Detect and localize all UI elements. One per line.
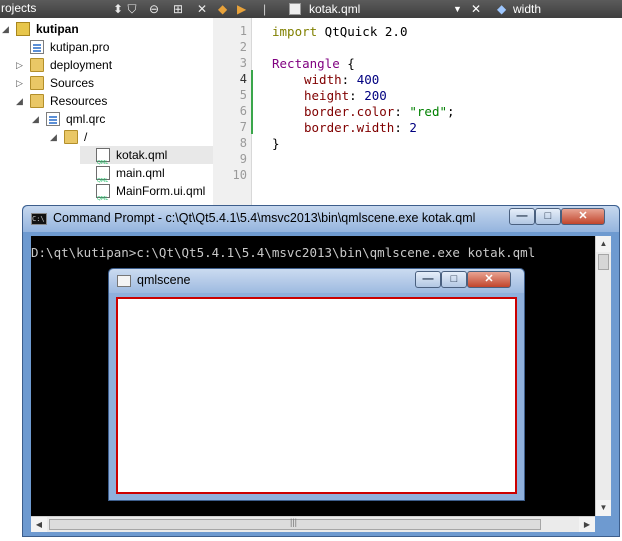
line-number: 5 bbox=[239, 88, 247, 102]
qmlscene-titlebar[interactable]: qmlscene — □ ✕ bbox=[109, 269, 524, 293]
qrc-file-icon bbox=[46, 112, 60, 126]
sources-folder-icon bbox=[30, 76, 44, 90]
qml-file-icon bbox=[96, 184, 110, 208]
line-number: 10 bbox=[232, 168, 247, 182]
tree-item[interactable]: main.qml bbox=[0, 164, 213, 190]
horizontal-scrollbar[interactable]: ◀ ||| ▶ bbox=[31, 516, 595, 532]
tree-item[interactable]: kutipan.pro bbox=[0, 38, 213, 56]
tree-item-label: Resources bbox=[50, 94, 108, 108]
close-file-icon[interactable]: ✕ bbox=[471, 1, 481, 17]
tree-item-label: deployment bbox=[50, 58, 113, 72]
code-line-3: Rectangle { bbox=[272, 56, 355, 71]
editor-toolbar: ◆ ▶ | kotak.qml ▼ ✕ ◆ width bbox=[213, 0, 622, 18]
tree-item-label: main.qml bbox=[116, 166, 165, 180]
line-number-gutter: 1 2 3 4 5 6 7 8 9 10 bbox=[213, 18, 252, 208]
tree-item-label: MainForm.ui.qml bbox=[116, 184, 206, 198]
project-pane-title: rojects bbox=[1, 1, 37, 15]
line-number: 9 bbox=[239, 152, 247, 166]
collapsed-arrow-icon[interactable]: ▷ bbox=[16, 56, 26, 74]
tree-item[interactable]: ◢ Resources bbox=[0, 92, 213, 110]
vertical-scroll-thumb[interactable] bbox=[598, 254, 609, 270]
nav-forward-icon[interactable]: ▶ bbox=[237, 1, 246, 17]
folder-icon bbox=[64, 130, 78, 144]
qml-file-icon bbox=[289, 3, 301, 15]
nav-back-icon[interactable]: ◆ bbox=[218, 1, 227, 17]
line-number: 2 bbox=[239, 40, 247, 54]
tree-item-label: / bbox=[84, 130, 88, 144]
resources-folder-icon bbox=[30, 94, 44, 108]
pro-file-icon bbox=[30, 40, 44, 54]
symbol-icon: ◆ bbox=[497, 2, 507, 16]
link-icon[interactable]: ⊖ bbox=[146, 1, 162, 17]
folder-icon bbox=[30, 58, 44, 72]
file-separator: | bbox=[263, 2, 267, 16]
console-icon: C:\ bbox=[31, 213, 47, 225]
expanded-arrow-icon[interactable]: ◢ bbox=[32, 110, 42, 128]
collapsed-arrow-icon[interactable]: ▷ bbox=[16, 74, 26, 92]
close-icon[interactable]: ✕ bbox=[194, 1, 210, 17]
tree-item[interactable]: kotak.qml bbox=[80, 146, 213, 172]
qmlscene-window[interactable]: qmlscene — □ ✕ bbox=[108, 268, 525, 501]
code-line-6: border.color: "red"; bbox=[304, 104, 455, 119]
vertical-scrollbar[interactable]: ▲ ▼ bbox=[595, 236, 611, 516]
qmlscene-title: qmlscene bbox=[137, 273, 191, 287]
scroll-left-icon[interactable]: ◀ bbox=[31, 517, 47, 532]
chevron-down-icon[interactable]: ▼ bbox=[453, 1, 462, 17]
scroll-right-icon[interactable]: ▶ bbox=[579, 517, 595, 532]
tree-item[interactable]: ◢ / bbox=[0, 128, 213, 146]
maximize-button[interactable]: □ bbox=[441, 271, 467, 288]
project-pane-toolbar: rojects ⬍ ⛉ ⊖ ⊞ ✕ bbox=[0, 0, 213, 18]
tree-item-label: kutipan bbox=[36, 22, 79, 36]
expanded-arrow-icon[interactable]: ◢ bbox=[16, 92, 26, 110]
line-number: 1 bbox=[239, 24, 247, 38]
code-line-7: border.width: 2 bbox=[304, 120, 417, 135]
tree-item[interactable]: ▷ deployment bbox=[0, 56, 213, 74]
tree-item-label: kotak.qml bbox=[116, 148, 168, 162]
tree-item-label: kutipan.pro bbox=[50, 40, 110, 54]
tree-item-label: qml.qrc bbox=[66, 112, 106, 126]
minimize-button[interactable]: — bbox=[415, 271, 441, 288]
code-line-8: } bbox=[272, 136, 280, 151]
maximize-button[interactable]: □ bbox=[535, 208, 561, 225]
window-icon bbox=[117, 275, 131, 287]
close-button[interactable]: ✕ bbox=[467, 271, 511, 288]
qml-file-icon bbox=[96, 148, 110, 172]
symbol-selector[interactable]: width bbox=[513, 1, 541, 17]
project-icon bbox=[16, 22, 30, 36]
tree-item-label: Sources bbox=[50, 76, 95, 90]
horizontal-scroll-thumb[interactable]: ||| bbox=[49, 517, 541, 530]
minimize-button[interactable]: — bbox=[509, 208, 535, 225]
tree-item[interactable]: ◢ qml.qrc bbox=[0, 110, 213, 128]
line-number: 4 bbox=[239, 72, 247, 86]
tree-item[interactable]: ▷ Sources bbox=[0, 74, 213, 92]
code-editor[interactable]: import QtQuick 2.0 Rectangle { width: 40… bbox=[272, 18, 622, 208]
console-line: D:\qt\kutipan>c:\Qt\Qt5.4.1\5.4\msvc2013… bbox=[31, 245, 536, 260]
qml-rectangle bbox=[116, 297, 517, 494]
expanded-arrow-icon[interactable]: ◢ bbox=[2, 20, 12, 38]
change-marker bbox=[251, 70, 253, 134]
code-line-4: width: 400 bbox=[304, 72, 380, 87]
tree-item[interactable]: MainForm.ui.qml bbox=[0, 182, 213, 208]
grip-icon: ||| bbox=[290, 517, 298, 527]
filter-icon[interactable]: ⛉ bbox=[124, 1, 140, 17]
expanded-arrow-icon[interactable]: ◢ bbox=[50, 128, 60, 146]
code-line-5: height: 200 bbox=[304, 88, 387, 103]
qml-file-icon bbox=[96, 166, 110, 190]
file-tab[interactable]: kotak.qml bbox=[309, 1, 360, 17]
scroll-down-icon[interactable]: ▼ bbox=[596, 500, 611, 516]
split-add-icon[interactable]: ⊞ bbox=[170, 1, 186, 17]
line-number: 6 bbox=[239, 104, 247, 118]
tree-item[interactable]: ◢ kutipan bbox=[0, 20, 213, 38]
line-number: 8 bbox=[239, 136, 247, 150]
close-button[interactable]: ✕ bbox=[561, 208, 605, 225]
line-number: 3 bbox=[239, 56, 247, 70]
line-number: 7 bbox=[239, 120, 247, 134]
command-prompt-titlebar[interactable]: C:\ Command Prompt - c:\Qt\Qt5.4.1\5.4\m… bbox=[23, 206, 619, 232]
code-line-1: import QtQuick 2.0 bbox=[272, 24, 408, 39]
command-prompt-title: Command Prompt - c:\Qt\Qt5.4.1\5.4\msvc2… bbox=[53, 211, 476, 225]
scroll-up-icon[interactable]: ▲ bbox=[596, 236, 611, 252]
